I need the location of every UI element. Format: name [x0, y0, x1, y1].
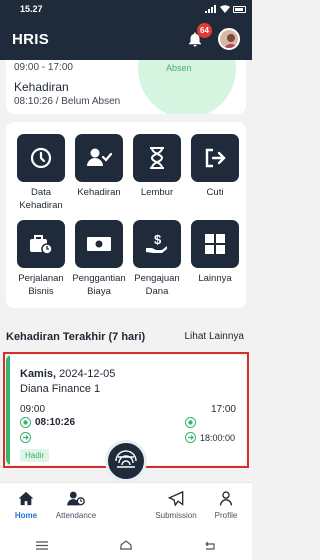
check-out: 18:00:00 — [185, 432, 235, 443]
menu-item-perjalanan-bisnis[interactable]: Perjalanan Bisnis — [12, 220, 70, 298]
status-time: 15.27 — [20, 4, 43, 14]
menu-label: Lembur — [140, 187, 174, 198]
notification-button[interactable]: 64 — [186, 23, 212, 48]
section-title: Kehadiran Terakhir (7 hari) — [6, 331, 146, 343]
attendance-company: Diana Finance 1 — [20, 383, 101, 395]
attendance-title: Kehadiran — [14, 80, 69, 94]
nav-label: Profile — [214, 511, 238, 520]
signal-icon — [205, 5, 216, 13]
svg-text:$: $ — [154, 232, 162, 247]
menu-label: Pengajuan Dana — [134, 273, 180, 297]
target-icon — [20, 417, 31, 428]
nav-attendance[interactable]: Attendance — [50, 491, 102, 520]
nav-label: Attendance — [55, 511, 97, 520]
avatar-image — [224, 34, 238, 48]
menu-label: Perjalanan Bisnis — [18, 273, 64, 297]
attendance-date: Kamis, 2024-12-05 — [20, 368, 115, 380]
menu-item-kehadiran[interactable]: Kehadiran — [70, 134, 128, 199]
app-header: HRIS 64 — [0, 18, 252, 60]
grid-icon — [191, 220, 239, 268]
nav-profile[interactable]: Profile — [200, 491, 252, 520]
menu-item-data-kehadiran[interactable]: Data Kehadiran — [12, 134, 70, 212]
person-icon — [219, 491, 233, 506]
menu-item-pengajuan-dana[interactable]: $ Pengajuan Dana — [128, 220, 186, 298]
absen-label: Absen — [166, 63, 192, 73]
menu-label: Lainnya — [198, 273, 232, 284]
shift-start: 09:00 — [20, 404, 46, 415]
nav-home[interactable]: Home — [0, 491, 52, 520]
check-in: 08:10:26 — [20, 417, 75, 428]
attendance-summary-card: Absen 09:00 - 17:00 Kehadiran 08:10:26 /… — [6, 60, 246, 114]
arrow-right-icon — [185, 432, 196, 443]
app-title: HRIS — [12, 30, 50, 48]
clock-icon — [17, 134, 65, 182]
user-check-icon — [75, 134, 123, 182]
exit-icon — [191, 134, 239, 182]
home-icon — [18, 491, 34, 506]
money-icon — [75, 220, 123, 268]
hand-money-icon: $ — [133, 220, 181, 268]
attendance-date-value: 2024-12-05 — [59, 368, 116, 380]
menu-item-penggantian-biaya[interactable]: Penggantian Biaya — [70, 220, 128, 298]
status-bar: 15.27 — [0, 0, 252, 18]
see-more-link[interactable]: Lihat Lainnya — [185, 331, 245, 342]
shift-end: 17:00 — [210, 404, 236, 415]
status-badge: Hadir — [20, 449, 50, 462]
shift-hours: 09:00 - 17:00 — [14, 62, 73, 73]
nav-label: Home — [14, 511, 38, 520]
attendance-day: Kamis, — [20, 368, 57, 380]
attendance-time-status: 08:10:26 / Belum Absen — [14, 96, 121, 107]
attendance-icon — [67, 491, 85, 506]
card-accent — [6, 355, 10, 465]
back-icon[interactable] — [204, 540, 216, 550]
menu-label: Kehadiran — [77, 187, 121, 198]
menu-item-cuti[interactable]: Cuti — [186, 134, 244, 199]
check-out-time: 18:00:00 — [200, 432, 236, 443]
target-icon — [185, 417, 196, 428]
nav-submission[interactable]: Submission — [150, 490, 202, 520]
menu-item-lembur[interactable]: Lembur — [128, 134, 186, 199]
menu-icon[interactable] — [35, 540, 48, 550]
menu-label: Penggantian Biaya — [72, 273, 126, 297]
fingerprint-button[interactable] — [105, 440, 147, 482]
system-nav-bar — [0, 530, 252, 560]
avatar[interactable] — [218, 28, 240, 50]
menu-label: Cuti — [206, 187, 224, 198]
home-system-icon[interactable] — [119, 540, 133, 550]
briefcase-clock-icon — [17, 220, 65, 268]
arrow-right-icon — [20, 432, 31, 443]
check-in-time: 08:10:26 — [35, 417, 76, 428]
menu-label: Data Kehadiran — [19, 187, 63, 211]
fingerprint-icon — [115, 450, 137, 468]
send-icon — [167, 490, 184, 507]
notification-badge: 64 — [197, 23, 212, 38]
system-icons — [205, 5, 246, 13]
battery-icon — [233, 5, 246, 13]
menu-item-lainnya[interactable]: Lainnya — [186, 220, 244, 285]
wifi-icon — [220, 5, 230, 13]
menu-grid: Data Kehadiran Kehadiran Lembur Cuti Per… — [6, 122, 246, 308]
nav-label: Submission — [155, 511, 197, 520]
hourglass-icon — [133, 134, 181, 182]
bottom-nav: Home Attendance Submission Profile — [0, 482, 252, 530]
